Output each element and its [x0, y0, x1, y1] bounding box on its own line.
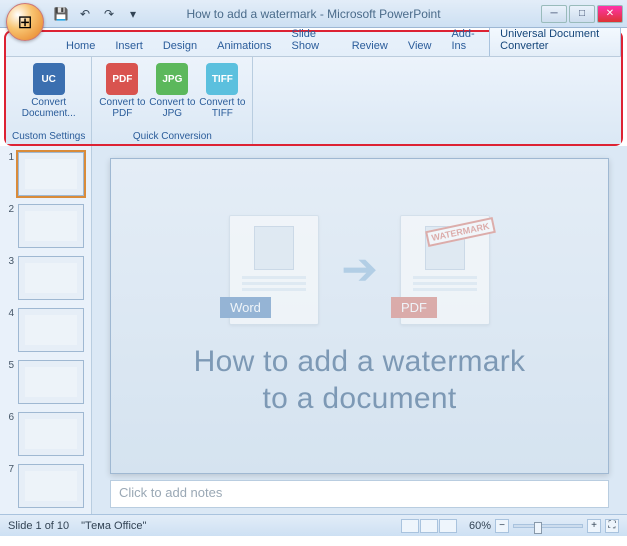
word-badge: Word	[220, 297, 271, 318]
normal-view-button[interactable]	[401, 519, 419, 533]
editor-pane: Word ➔ WATERMARK PDF How to add a waterm…	[92, 146, 627, 514]
undo-icon[interactable]: ↶	[76, 5, 94, 23]
convert-tiff-button[interactable]: TIFF Convert to TIFF	[198, 61, 246, 129]
thumbnail-6[interactable]: 6	[4, 412, 87, 456]
pdf-icon: PDF	[106, 63, 138, 95]
zoom-value: 60%	[469, 520, 491, 532]
notes-pane[interactable]: Click to add notes	[110, 480, 609, 508]
thumbnail-4[interactable]: 4	[4, 308, 87, 352]
qat-dropdown-icon[interactable]: ▾	[124, 5, 142, 23]
thumbnail-1[interactable]: 1	[4, 152, 87, 196]
redo-icon[interactable]: ↷	[100, 5, 118, 23]
maximize-button[interactable]: □	[569, 5, 595, 23]
slideshow-view-button[interactable]	[439, 519, 457, 533]
thumbnail-2[interactable]: 2	[4, 204, 87, 248]
office-button[interactable]: ⊞	[6, 3, 44, 41]
thumbnail-5[interactable]: 5	[4, 360, 87, 404]
tab-design[interactable]: Design	[153, 36, 207, 56]
status-bar: Slide 1 of 10 "Тема Office" 60% − + ⛶	[0, 514, 627, 536]
btn-label: Convert to JPG	[148, 97, 196, 119]
zoom-out-button[interactable]: −	[495, 519, 509, 533]
tab-insert[interactable]: Insert	[105, 36, 153, 56]
convert-pdf-button[interactable]: PDF Convert to PDF	[98, 61, 146, 129]
view-buttons	[401, 519, 457, 533]
workspace: 1 2 3 4 5 6 7 8 Word ➔ WATERMARK PDF	[0, 146, 627, 514]
arrow-icon: ➔	[341, 244, 378, 295]
theme-name: "Тема Office"	[81, 520, 146, 532]
slide-title: How to add a watermark to a document	[194, 343, 526, 418]
pdf-doc-icon: WATERMARK PDF	[400, 215, 490, 325]
quick-access-toolbar: 💾 ↶ ↷ ▾	[52, 5, 142, 23]
group-label: Quick Conversion	[133, 129, 212, 142]
convert-jpg-button[interactable]: JPG Convert to JPG	[148, 61, 196, 129]
slide-thumbnails[interactable]: 1 2 3 4 5 6 7 8	[0, 146, 92, 514]
sorter-view-button[interactable]	[420, 519, 438, 533]
slide-graphic: Word ➔ WATERMARK PDF	[229, 215, 490, 325]
jpg-icon: JPG	[156, 63, 188, 95]
udc-icon: UC	[33, 63, 65, 95]
zoom-slider[interactable]	[513, 524, 583, 528]
btn-label: Convert Document...	[22, 97, 76, 119]
title-bar: ⊞ 💾 ↶ ↷ ▾ How to add a watermark - Micro…	[0, 0, 627, 28]
close-button[interactable]: ✕	[597, 5, 623, 23]
btn-label: Convert to PDF	[98, 97, 146, 119]
slide-counter: Slide 1 of 10	[8, 520, 69, 532]
word-doc-icon: Word	[229, 215, 319, 325]
pdf-badge: PDF	[391, 297, 437, 318]
group-quick-conversion: PDF Convert to PDF JPG Convert to JPG TI…	[92, 57, 253, 144]
ribbon-content: UC Convert Document... Custom Settings P…	[6, 56, 621, 144]
btn-label: Convert to TIFF	[198, 97, 246, 119]
tab-view[interactable]: View	[398, 36, 442, 56]
thumbnail-7[interactable]: 7	[4, 464, 87, 508]
tab-home[interactable]: Home	[56, 36, 105, 56]
convert-document-button[interactable]: UC Convert Document...	[25, 61, 73, 129]
slide-canvas[interactable]: Word ➔ WATERMARK PDF How to add a waterm…	[110, 158, 609, 474]
thumbnail-3[interactable]: 3	[4, 256, 87, 300]
tab-addins[interactable]: Add-Ins	[441, 24, 489, 56]
fit-button[interactable]: ⛶	[605, 519, 619, 533]
ribbon-highlight: Home Insert Design Animations Slide Show…	[4, 30, 623, 146]
tiff-icon: TIFF	[206, 63, 238, 95]
group-custom-settings: UC Convert Document... Custom Settings	[6, 57, 92, 144]
tab-animations[interactable]: Animations	[207, 36, 281, 56]
tab-slideshow[interactable]: Slide Show	[282, 24, 342, 56]
zoom-in-button[interactable]: +	[587, 519, 601, 533]
ribbon-tabs: Home Insert Design Animations Slide Show…	[6, 32, 621, 56]
zoom-controls: 60% − + ⛶	[469, 519, 619, 533]
minimize-button[interactable]: ─	[541, 5, 567, 23]
tab-review[interactable]: Review	[342, 36, 398, 56]
group-label: Custom Settings	[12, 129, 85, 142]
save-icon[interactable]: 💾	[52, 5, 70, 23]
